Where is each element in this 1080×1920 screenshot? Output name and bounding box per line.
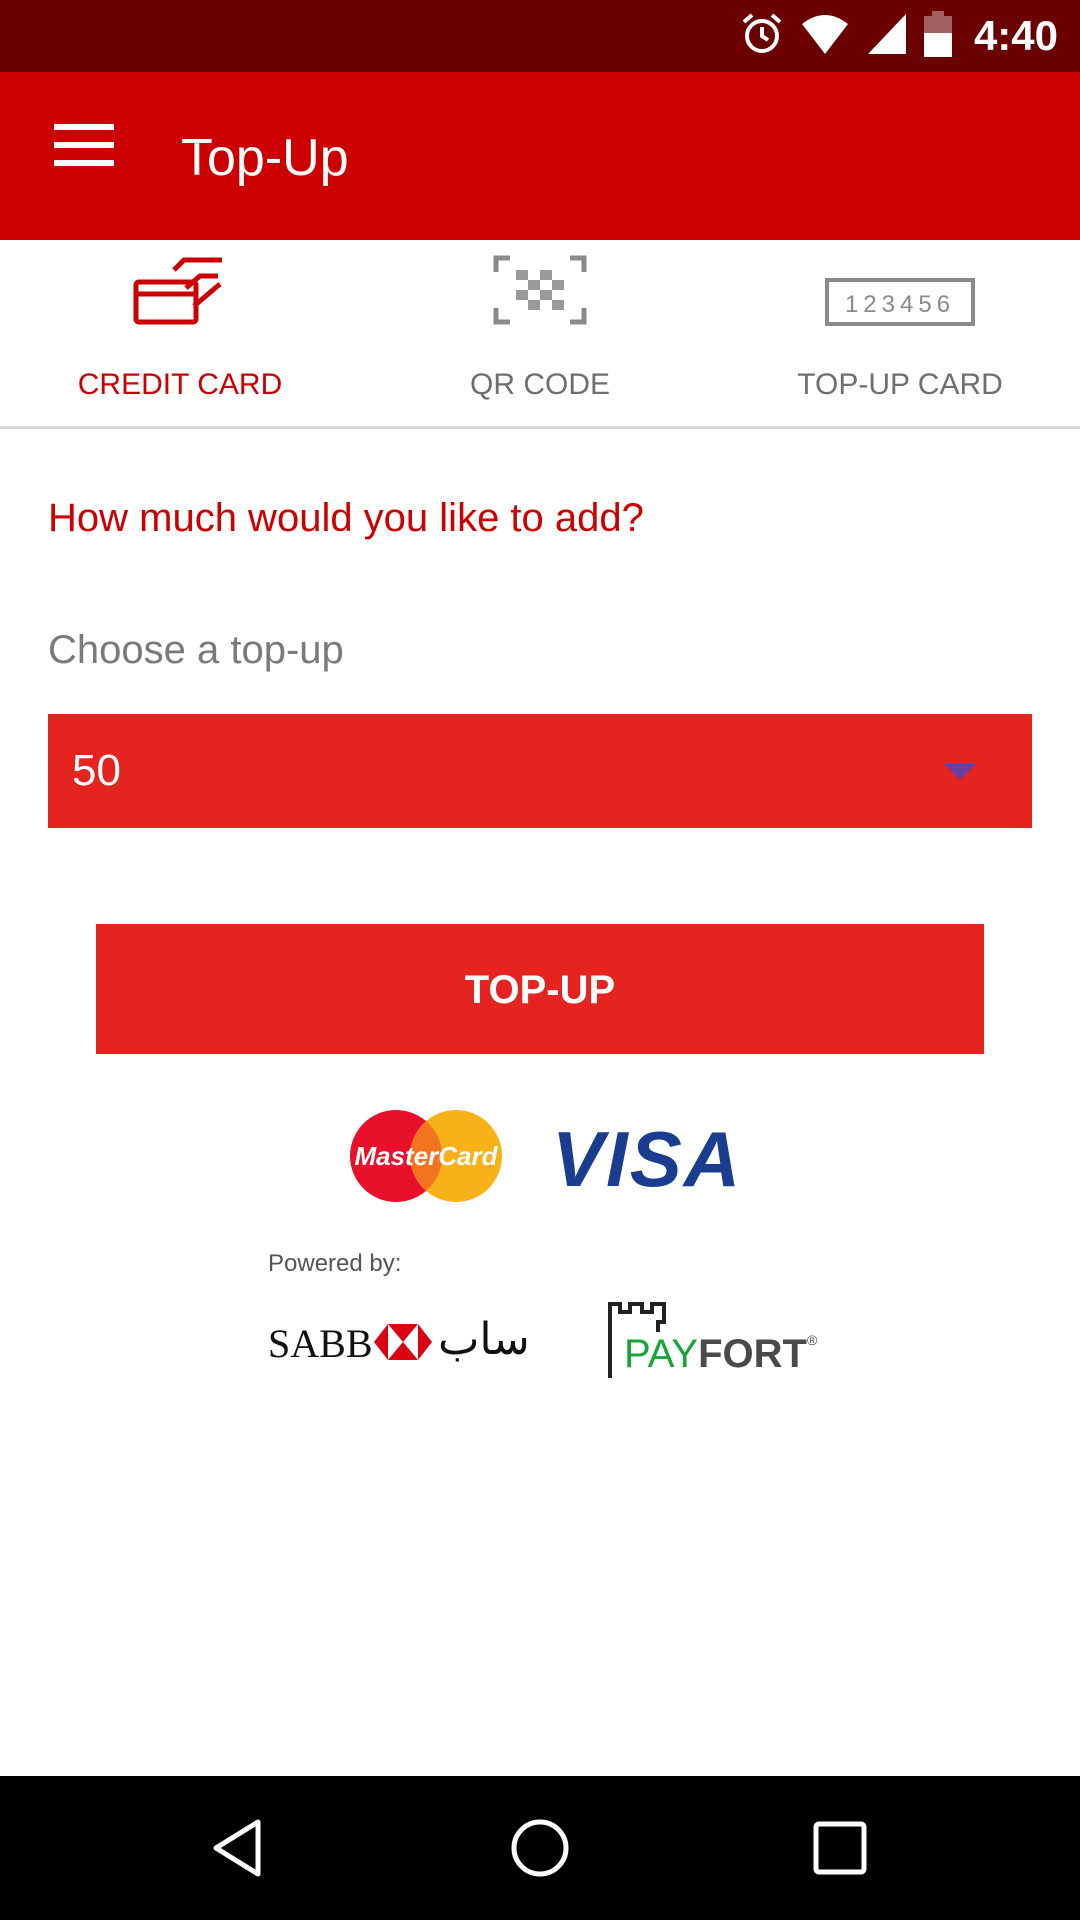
card-logos: MasterCard VISA	[0, 1100, 1080, 1210]
payment-method-tabs: CREDIT CARD QR CODE 123456 TOP-UP CARD	[0, 240, 1080, 429]
battery-icon	[923, 10, 952, 62]
tab-label: CREDIT CARD	[77, 368, 283, 401]
sabb-text: SABB	[268, 1321, 373, 1366]
payfort-pay-text: PAY	[624, 1332, 699, 1376]
topup-card-icon-text: 123456	[845, 291, 955, 318]
status-bar: 4:40	[0, 0, 1080, 72]
mastercard-logo: MasterCard	[350, 1110, 502, 1202]
credit-card-icon	[130, 254, 230, 339]
navigation-bar	[0, 1776, 1080, 1920]
app-bar: Top-Up	[0, 72, 1080, 240]
sabb-hexagon-icon	[374, 1324, 432, 1360]
dropdown-arrow-icon	[944, 764, 976, 780]
wifi-icon	[800, 12, 850, 61]
choose-topup-label: Choose a top-up	[48, 628, 344, 672]
tab-qr-code[interactable]: QR CODE	[360, 240, 720, 426]
status-time: 4:40	[973, 12, 1058, 59]
status-icons: 4:40	[740, 0, 1058, 72]
qr-code-icon	[492, 254, 588, 331]
recents-icon[interactable]	[808, 1816, 872, 1880]
amount-select[interactable]: 50	[48, 714, 1032, 828]
payfort-logo: PAYFORT®	[606, 1300, 826, 1380]
visa-logo: VISA	[552, 1115, 743, 1203]
payfort-fort-text: FORT	[698, 1332, 807, 1376]
amount-question: How much would you like to add?	[48, 496, 644, 540]
topup-card-icon: 123456	[825, 254, 975, 339]
menu-icon[interactable]	[44, 124, 124, 188]
home-icon[interactable]	[508, 1816, 572, 1880]
topup-button[interactable]: TOP-UP	[96, 924, 984, 1054]
powered-by-label: Powered by:	[268, 1250, 402, 1277]
mastercard-text: MasterCard	[354, 1141, 498, 1171]
selected-amount: 50	[72, 746, 121, 795]
back-icon[interactable]	[208, 1816, 272, 1880]
sabb-logo: SABB ساب	[268, 1300, 538, 1380]
alarm-icon	[740, 12, 784, 61]
tab-label: TOP-UP CARD	[797, 368, 1003, 401]
tab-topup-card[interactable]: 123456 TOP-UP CARD	[720, 240, 1080, 426]
registered-mark: ®	[806, 1332, 818, 1348]
tab-credit-card[interactable]: CREDIT CARD	[0, 240, 360, 426]
cell-signal-icon	[866, 12, 908, 61]
tab-label: QR CODE	[469, 368, 610, 401]
sabb-arabic-text: ساب	[438, 1315, 530, 1364]
page-title: Top-Up	[181, 129, 349, 187]
